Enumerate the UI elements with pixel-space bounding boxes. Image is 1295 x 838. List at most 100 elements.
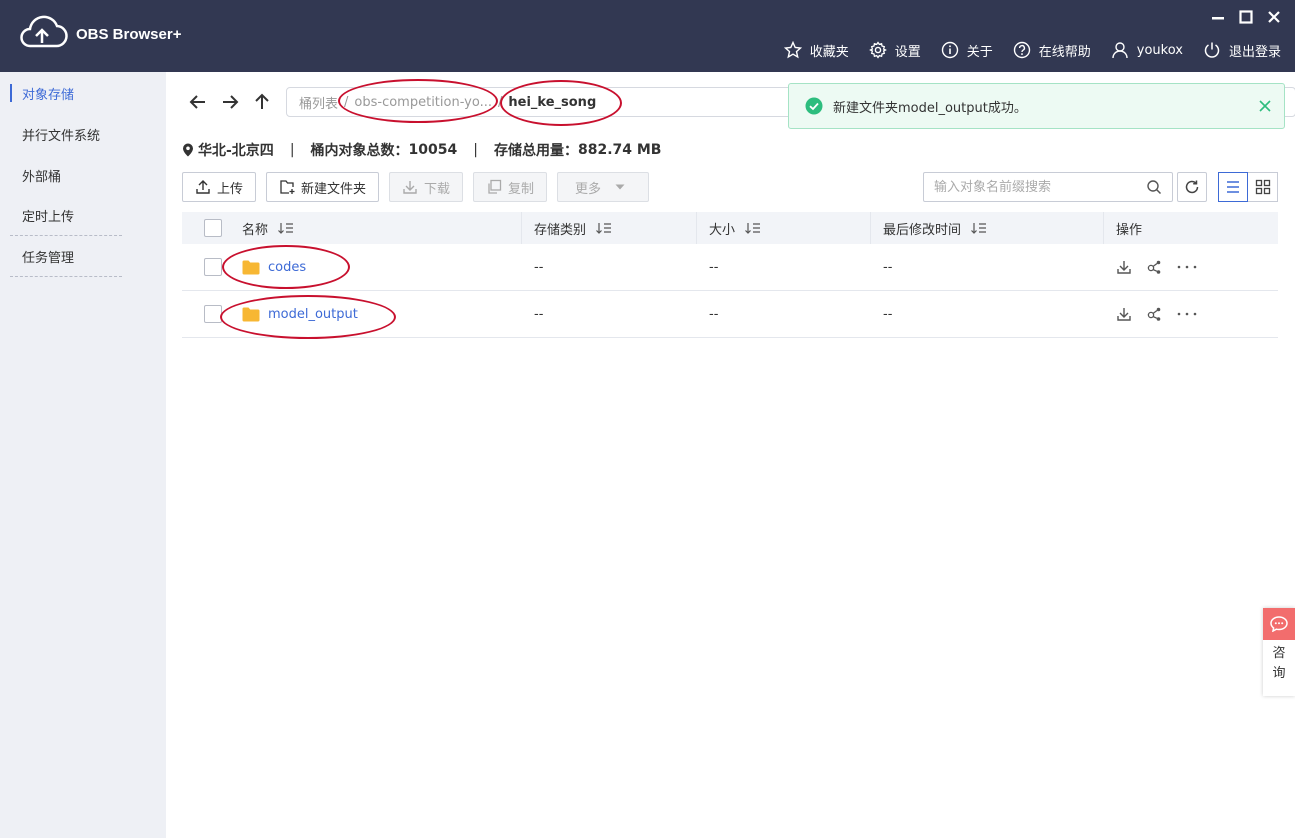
new-folder-icon: [280, 180, 295, 194]
consult-icon-area: [1263, 608, 1295, 640]
minimize-icon: [1212, 17, 1224, 20]
sidebar-item-scheduled-upload[interactable]: 定时上传: [10, 196, 122, 236]
row-more-button[interactable]: [1176, 264, 1198, 270]
table-header: 名称 存储类别 大小 最后修改时间 操作: [182, 212, 1278, 244]
bucket-info-bar: 华北-北京四 | 桶内对象总数： 10054 | 存储总用量： 882.74 M…: [182, 140, 661, 160]
header-operations-label: 操作: [1116, 222, 1143, 238]
breadcrumb-separator: /: [344, 94, 349, 110]
download-label: 下载: [424, 181, 451, 197]
breadcrumb-current-folder[interactable]: hei_ke_song: [508, 95, 596, 110]
more-label: 更多: [575, 181, 602, 197]
row-download-button[interactable]: [1116, 259, 1132, 275]
more-dropdown[interactable]: 更多: [557, 172, 650, 202]
power-icon: [1204, 42, 1220, 58]
row-download-button[interactable]: [1116, 306, 1132, 322]
sort-icon[interactable]: [745, 222, 761, 234]
about-button[interactable]: 关于: [941, 41, 993, 60]
copy-button[interactable]: 复制: [473, 172, 548, 202]
sidebar-item-task-management[interactable]: 任务管理: [10, 237, 122, 277]
cloud-upload-logo-icon: [20, 15, 68, 48]
row-more-button[interactable]: [1176, 311, 1198, 317]
gear-icon: [868, 41, 887, 59]
settings-label: 设置: [894, 44, 921, 60]
row-size: --: [709, 259, 719, 275]
sort-icon[interactable]: [971, 222, 987, 234]
new-folder-label: 新建文件夹: [301, 181, 367, 197]
logout-label: 退出登录: [1228, 44, 1281, 60]
row-check-cell: [182, 305, 242, 323]
download-icon: [1117, 261, 1131, 274]
row-checkbox[interactable]: [204, 305, 222, 323]
refresh-button[interactable]: [1177, 172, 1207, 202]
sidebar-item-parallel-fs[interactable]: 并行文件系统: [10, 114, 122, 154]
row-checkbox[interactable]: [204, 258, 222, 276]
upload-button[interactable]: 上传: [182, 172, 257, 202]
consult-label-line1: 咨: [1272, 646, 1286, 661]
sort-icon[interactable]: [596, 222, 612, 234]
row-share-button[interactable]: [1146, 259, 1162, 275]
row-operations: [1104, 306, 1278, 322]
share-icon: [1147, 307, 1161, 321]
row-name-cell: codes: [242, 260, 522, 275]
sidebar-item-external-bucket[interactable]: 外部桶: [10, 155, 122, 195]
toast-close-icon[interactable]: [1256, 97, 1274, 115]
folder-icon: [242, 307, 260, 321]
logout-button[interactable]: 退出登录: [1203, 41, 1281, 60]
header-name-label: 名称: [242, 222, 269, 238]
row-share-button[interactable]: [1146, 306, 1162, 322]
download-icon: [403, 181, 417, 194]
table-row[interactable]: codes -- -- --: [182, 244, 1278, 291]
row-last-modified: --: [883, 306, 893, 322]
grid-view-icon: [1255, 179, 1270, 195]
maximize-button[interactable]: [1237, 8, 1255, 26]
share-icon: [1147, 260, 1161, 274]
minimize-button[interactable]: [1209, 8, 1227, 26]
new-folder-button[interactable]: 新建文件夹: [266, 172, 380, 202]
favorites-button[interactable]: 收藏夹: [783, 41, 849, 60]
folder-name-link[interactable]: codes: [268, 260, 306, 275]
upload-label: 上传: [217, 181, 244, 197]
chat-bubble-icon: [1270, 616, 1288, 632]
download-button[interactable]: 下载: [389, 172, 464, 202]
header-storage-class: 存储类别: [522, 212, 697, 244]
close-button[interactable]: [1265, 8, 1283, 26]
row-size: --: [709, 306, 719, 322]
search-input[interactable]: [924, 173, 1134, 201]
header-storage-class-label: 存储类别: [534, 222, 587, 238]
search-icon[interactable]: [1146, 179, 1162, 195]
header-name: 名称: [242, 212, 522, 244]
sidebar-item-object-storage[interactable]: 对象存储: [10, 84, 122, 103]
storage-usage-label: 存储总用量：: [493, 143, 578, 159]
back-arrow-icon[interactable]: [188, 92, 208, 112]
sidebar: 对象存储 并行文件系统 外部桶 定时上传 任务管理: [0, 72, 166, 838]
header-size: 大小: [697, 212, 871, 244]
toast-message: 新建文件夹model_output成功。: [833, 100, 1027, 116]
storage-usage-value: 882.74 MB: [577, 142, 662, 158]
folder-name-link[interactable]: model_output: [268, 307, 358, 322]
table-row[interactable]: model_output -- -- --: [182, 291, 1278, 338]
folder-icon: [242, 260, 260, 274]
row-operations: [1104, 259, 1278, 275]
grid-view-toggle[interactable]: [1248, 172, 1278, 202]
breadcrumb-bucket-list[interactable]: 桶列表: [299, 93, 338, 112]
breadcrumb-separator: /: [497, 94, 503, 110]
up-arrow-icon[interactable]: [252, 92, 272, 112]
maximize-icon: [1239, 10, 1253, 24]
help-button[interactable]: 在线帮助: [1013, 41, 1091, 60]
row-storage-class: --: [534, 306, 544, 322]
more-dots-icon: [1177, 265, 1197, 269]
list-view-toggle[interactable]: [1218, 172, 1248, 202]
row-storage-class: --: [534, 259, 544, 275]
copy-icon: [488, 179, 502, 194]
select-all-checkbox[interactable]: [204, 219, 222, 237]
breadcrumb-bucket[interactable]: obs-competition-yo...: [354, 95, 492, 110]
app-title: OBS Browser+: [76, 26, 182, 43]
region-label: 华北-北京四: [198, 143, 274, 159]
settings-button[interactable]: 设置: [868, 41, 921, 60]
consult-widget[interactable]: 咨 询: [1263, 608, 1295, 696]
info-divider: |: [473, 142, 478, 158]
star-icon: [783, 41, 802, 59]
user-menu[interactable]: youkox: [1111, 41, 1183, 59]
forward-arrow-icon[interactable]: [220, 92, 240, 112]
sort-icon[interactable]: [278, 222, 294, 234]
